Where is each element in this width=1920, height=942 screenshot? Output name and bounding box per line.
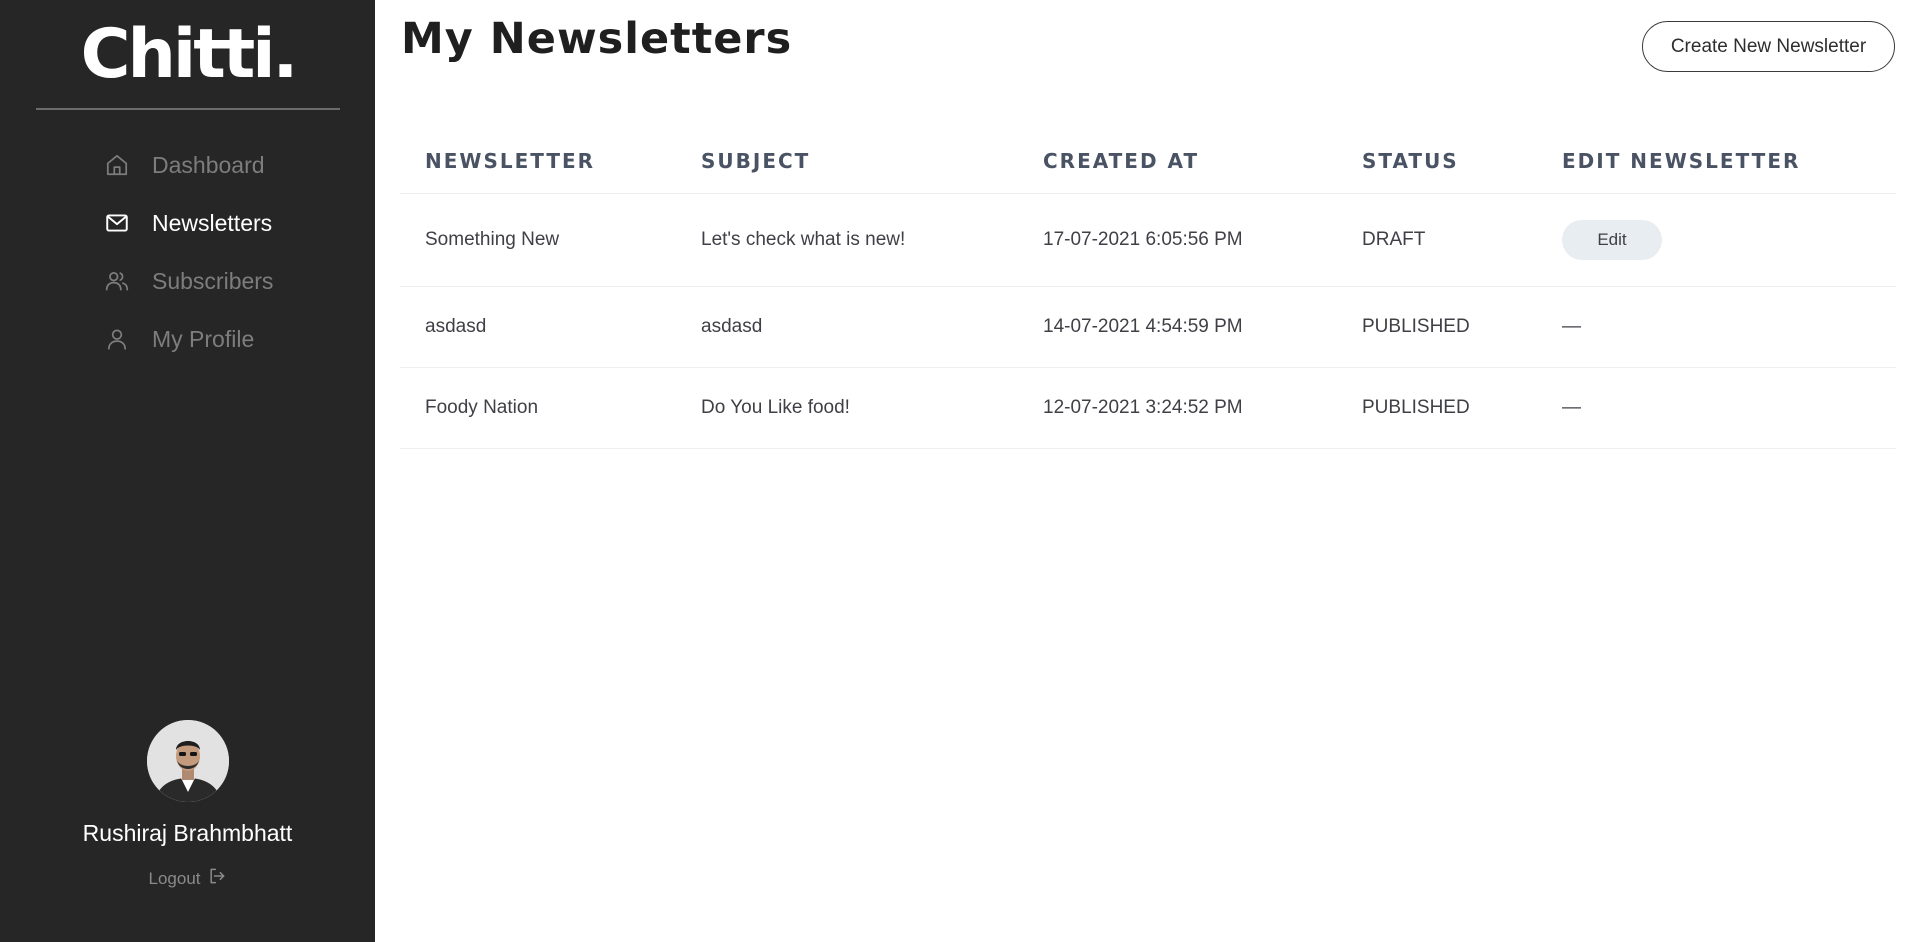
sidebar-item-my-profile[interactable]: My Profile — [104, 310, 273, 368]
column-header-subject: SUBJECT — [701, 148, 811, 173]
newsletters-table: NEWSLETTER SUBJECT CREATED AT STATUS EDI… — [400, 128, 1896, 449]
cell-created-at: 14-07-2021 4:54:59 PM — [1043, 316, 1243, 337]
sidebar-item-newsletters[interactable]: Newsletters — [104, 194, 273, 252]
sidebar-item-subscribers[interactable]: Subscribers — [104, 252, 273, 310]
app-logo[interactable]: Chitti. — [36, 10, 340, 100]
sidebar: Chitti. Dashboard Newsletters Subscriber… — [0, 0, 375, 942]
page-title: My Newsletters — [401, 14, 793, 64]
logout-icon — [207, 866, 227, 891]
cell-newsletter: Foody Nation — [425, 397, 539, 418]
cell-newsletter: asdasd — [425, 316, 487, 337]
table-header: NEWSLETTER SUBJECT CREATED AT STATUS EDI… — [400, 128, 1896, 194]
sidebar-item-label: Dashboard — [152, 151, 265, 178]
avatar[interactable] — [146, 720, 229, 802]
column-header-edit-newsletter: EDIT NEWSLETTER — [1562, 148, 1801, 173]
cell-subject: Let's check what is new! — [701, 229, 906, 250]
cell-subject: asdasd — [701, 316, 763, 337]
sidebar-item-label: My Profile — [152, 325, 255, 352]
table-row: Something New Let's check what is new! 1… — [400, 194, 1896, 287]
sidebar-item-label: Subscribers — [152, 267, 274, 294]
cell-newsletter: Something New — [425, 229, 560, 250]
cell-edit: — — [1562, 316, 1581, 337]
cell-created-at: 17-07-2021 6:05:56 PM — [1043, 229, 1243, 250]
home-icon — [104, 152, 130, 178]
user-profile: Rushiraj Brahmbhatt Logout — [0, 720, 375, 891]
column-header-newsletter: NEWSLETTER — [425, 148, 596, 173]
user-name: Rushiraj Brahmbhatt — [82, 820, 293, 846]
cell-edit: Edit — [1562, 220, 1662, 260]
logout-button[interactable]: Logout — [149, 866, 227, 891]
cell-status: DRAFT — [1362, 229, 1426, 250]
app-root: Chitti. Dashboard Newsletters Subscriber… — [0, 0, 1920, 942]
edit-button[interactable]: Edit — [1562, 220, 1662, 260]
users-icon — [104, 268, 130, 294]
sidebar-divider — [36, 108, 340, 110]
column-header-status: STATUS — [1362, 148, 1459, 173]
cell-edit: — — [1562, 397, 1581, 418]
cell-created-at: 12-07-2021 3:24:52 PM — [1043, 397, 1243, 418]
cell-status: PUBLISHED — [1362, 397, 1470, 418]
sidebar-nav: Dashboard Newsletters Subscribers My Pro… — [104, 136, 273, 368]
user-icon — [104, 326, 130, 352]
sidebar-item-label: Newsletters — [152, 209, 273, 236]
cell-status: PUBLISHED — [1362, 316, 1470, 337]
cell-subject: Do You Like food! — [701, 397, 850, 418]
create-newsletter-button[interactable]: Create New Newsletter — [1642, 21, 1895, 72]
mail-icon — [104, 210, 130, 236]
sidebar-item-dashboard[interactable]: Dashboard — [104, 136, 273, 194]
table-row: Foody Nation Do You Like food! 12-07-202… — [400, 368, 1896, 449]
column-header-created-at: CREATED AT — [1043, 148, 1200, 173]
table-row: asdasd asdasd 14-07-2021 4:54:59 PM PUBL… — [400, 287, 1896, 368]
logout-label: Logout — [148, 868, 201, 888]
